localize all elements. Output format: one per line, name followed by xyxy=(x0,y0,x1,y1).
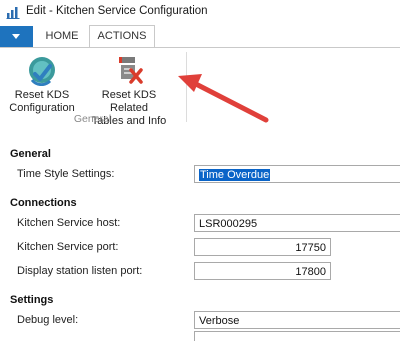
ribbon-group-label: General xyxy=(73,113,112,125)
tab-home[interactable]: HOME xyxy=(37,26,87,47)
time-style-value: Time Overdue xyxy=(199,169,271,181)
form-content: General Time Style Settings: Time Overdu… xyxy=(0,128,400,341)
reset-kds-configuration-button[interactable]: Reset KDS Configuration xyxy=(6,54,78,115)
kitchen-service-host-input[interactable]: LSR000295 xyxy=(194,214,400,232)
next-field-input[interactable] xyxy=(194,331,400,341)
kitchen-service-host-label: Kitchen Service host: xyxy=(17,217,121,229)
window-title: Edit - Kitchen Service Configuration xyxy=(26,5,208,17)
annotation-arrow-icon xyxy=(178,74,269,123)
ribbon-tab-bar: HOME ACTIONS xyxy=(0,25,400,47)
section-settings: Settings xyxy=(10,294,54,306)
reset-kds-configuration-label-1: Reset KDS xyxy=(14,89,70,101)
section-connections: Connections xyxy=(10,197,77,209)
title-bar: Edit - Kitchen Service Configuration xyxy=(0,0,400,24)
tab-actions[interactable]: ACTIONS xyxy=(89,25,155,47)
time-style-input[interactable]: Time Overdue xyxy=(194,165,400,183)
display-station-port-label: Display station listen port: xyxy=(17,265,143,277)
file-menu-button[interactable] xyxy=(0,26,33,47)
kitchen-service-port-label: Kitchen Service port: xyxy=(17,241,119,253)
reset-kds-related-label-1: Reset KDS Related xyxy=(101,89,157,114)
reset-tables-icon xyxy=(119,57,143,84)
reset-config-icon xyxy=(29,57,55,86)
kitchen-service-port-input[interactable]: 17750 xyxy=(194,238,331,256)
section-general: General xyxy=(10,148,51,160)
debug-level-label: Debug level: xyxy=(17,314,79,326)
display-station-port-input[interactable]: 17800 xyxy=(194,262,331,280)
caret-down-icon xyxy=(12,34,20,39)
app-icon xyxy=(6,7,20,19)
time-style-label: Time Style Settings: xyxy=(17,168,115,180)
debug-level-input[interactable]: Verbose xyxy=(194,311,400,329)
